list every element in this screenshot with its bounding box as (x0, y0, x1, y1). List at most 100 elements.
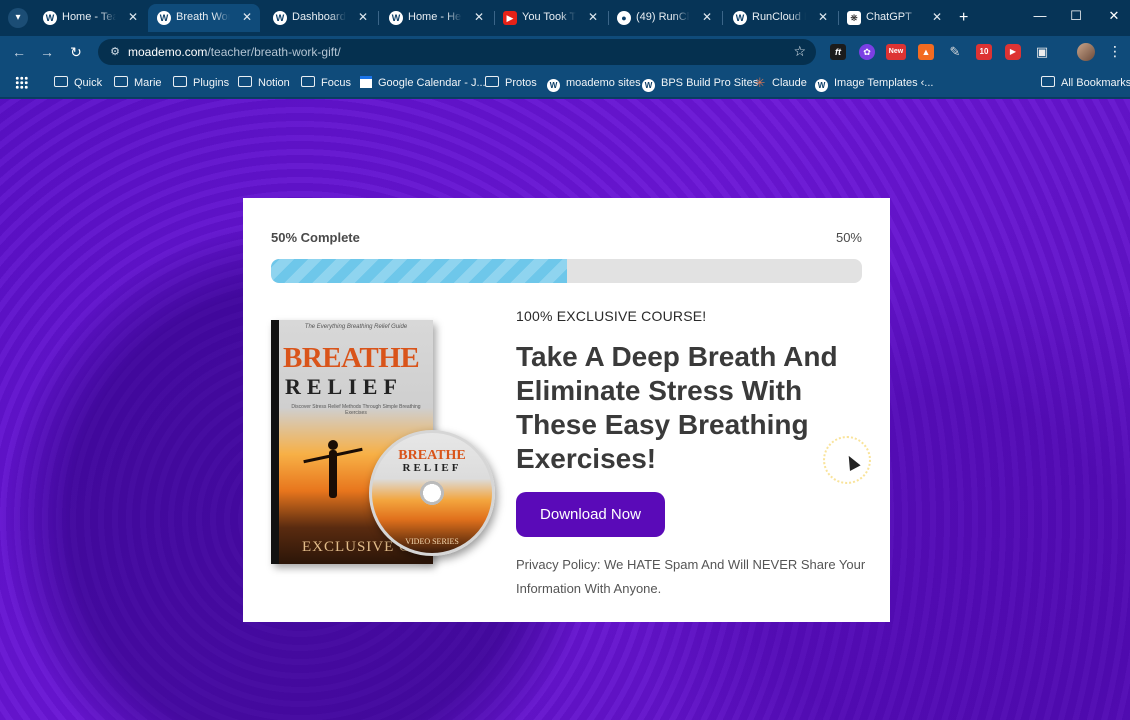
browser-menu-icon[interactable]: ⋮ (1108, 43, 1122, 60)
chatgpt-icon: ❋ (847, 11, 861, 25)
close-icon[interactable]: ✕ (818, 10, 828, 24)
bookmark-protos[interactable]: Protos (485, 75, 537, 91)
close-icon[interactable]: ✕ (128, 10, 138, 24)
progress-label: 50% Complete (271, 230, 360, 245)
folder-icon (238, 76, 252, 87)
folder-icon (1041, 76, 1055, 87)
address-bar[interactable]: ⚙ moademo.com/teacher/breath-work-gift/ … (98, 39, 816, 65)
back-button[interactable]: ← (10, 43, 28, 61)
tab-runcloud-community[interactable]: ● (49) RunCloud ✕ (608, 4, 720, 32)
cover-title-line2: RELIEF (285, 374, 403, 399)
bookmark-notion[interactable]: Notion (238, 75, 290, 91)
close-window-button[interactable]: ✕ (1102, 8, 1126, 24)
tab-label: RunCloud Hub (752, 11, 806, 23)
bookmark-bps-build-pro-sites[interactable]: W BPS Build Pro Sites (642, 75, 758, 92)
count-badge-text: 10 (979, 47, 989, 56)
url-path: /teacher/breath-work-gift/ (207, 45, 341, 59)
bookmark-image-templates[interactable]: W Image Templates ‹... (815, 75, 934, 92)
disc-series-label: VIDEO SERIES (405, 537, 459, 546)
extension-video-icon[interactable]: ▶ (1005, 44, 1021, 60)
folder-icon (54, 76, 68, 87)
minimize-button[interactable]: — (1028, 8, 1052, 23)
bookmark-label: Google Calendar - J... (378, 77, 486, 89)
tab-label: Dashboard ‹ (292, 11, 346, 23)
progress-bar (271, 259, 862, 283)
reload-button[interactable]: ↻ (67, 43, 85, 61)
disc-title-line2: RELIEF (402, 462, 462, 474)
bookmark-label: Image Templates ‹... (834, 77, 934, 89)
tab-runcloud-hub[interactable]: W RunCloud Hub ✕ (724, 4, 836, 32)
bookmark-moademo-sites[interactable]: Wmoademo sites (547, 75, 641, 92)
bookmark-plugins[interactable]: Plugins (173, 75, 229, 91)
tab-separator (378, 11, 379, 25)
new-badge-text: New (888, 48, 904, 55)
tab-home-teach[interactable]: W Home - Teach ✕ (34, 4, 146, 32)
bookmark-marie[interactable]: Marie (114, 75, 162, 91)
close-icon[interactable]: ✕ (242, 10, 252, 24)
wordpress-icon: W (273, 11, 287, 25)
tab-youtube[interactable]: ▶ You Took The ✕ (494, 4, 606, 32)
wordpress-icon: W (157, 11, 171, 25)
close-icon[interactable]: ✕ (474, 10, 484, 24)
bookmark-label: Claude (772, 77, 807, 89)
extension-ft-icon[interactable]: ft (830, 44, 846, 60)
extension-count-badge-icon[interactable]: 10 (976, 44, 992, 60)
extension-flower-icon[interactable]: ✿ (859, 44, 875, 60)
url-host: moademo.com (128, 45, 208, 59)
bookmark-quick[interactable]: Quick (54, 75, 102, 91)
bookmark-label: Quick (74, 77, 103, 89)
runcloud-icon: ● (617, 11, 631, 25)
tab-dashboard[interactable]: W Dashboard ‹ ✕ (264, 4, 376, 32)
url-text[interactable]: moademo.com/teacher/breath-work-gift/ (128, 45, 341, 59)
tab-breath-work-gift[interactable]: W Breath Work Gift ✕ (148, 4, 260, 32)
close-icon[interactable]: ✕ (932, 10, 942, 24)
extensions-puzzle-icon[interactable]: ▣ (1034, 44, 1050, 60)
bookmark-star-icon[interactable]: ☆ (793, 43, 806, 60)
calendar-icon (360, 76, 372, 88)
tab-search-button[interactable]: ▾ (8, 8, 28, 28)
tab-label: Breath Work Gift (176, 11, 230, 23)
progress-percent: 50% (835, 230, 862, 245)
wordpress-icon: W (547, 79, 560, 92)
tab-label: Home - Teach (62, 11, 116, 23)
eyebrow-text: 100% EXCLUSIVE COURSE! (516, 308, 707, 324)
apps-grid-icon[interactable] (15, 76, 28, 89)
bookmark-label: Focus (321, 77, 351, 89)
close-icon[interactable]: ✕ (588, 10, 598, 24)
maximize-button[interactable]: ☐ (1064, 8, 1088, 24)
new-tab-button[interactable]: + (959, 8, 968, 28)
tab-label: You Took The (522, 11, 576, 23)
tab-chatgpt[interactable]: ❋ ChatGPT ✕ (838, 4, 950, 32)
headline: Take A Deep Breath And Eliminate Stress … (516, 341, 838, 474)
wordpress-icon: W (642, 79, 655, 92)
extension-orange-icon[interactable]: ▲ (918, 44, 934, 60)
close-icon[interactable]: ✕ (358, 10, 368, 24)
folder-icon (485, 76, 499, 87)
progress-bar-fill (271, 259, 567, 283)
browser-toolbar: ← → ↻ ⚙ moademo.com/teacher/breath-work-… (0, 36, 1130, 68)
forward-button[interactable]: → (38, 43, 56, 61)
silhouette-figure (328, 440, 338, 498)
bookmark-label: Protos (505, 77, 537, 89)
all-bookmarks-label: All Bookmarks (1061, 77, 1130, 89)
tab-label: Home - Heidi (408, 11, 462, 23)
site-info-icon[interactable]: ⚙ (107, 44, 123, 60)
bookmark-google-calendar[interactable]: Google Calendar - J... (360, 75, 486, 91)
tab-label: ChatGPT (866, 11, 912, 23)
bookmark-focus[interactable]: Focus (301, 75, 351, 91)
tab-separator (722, 11, 723, 25)
bookmark-label: Marie (134, 77, 162, 89)
product-image: The Everything Breathing Relief Guide BR… (263, 316, 499, 576)
extension-eyedropper-icon[interactable]: ✎ (947, 44, 963, 60)
bookmark-claude[interactable]: ✳ Claude (754, 75, 807, 91)
page-background: 50% Complete 50% The Everything Breathin… (0, 99, 1130, 720)
folder-icon (301, 76, 315, 87)
close-icon[interactable]: ✕ (702, 10, 712, 24)
optin-card: 50% Complete 50% The Everything Breathin… (243, 198, 890, 622)
extension-new-badge-icon[interactable]: New (886, 44, 906, 60)
folder-icon (114, 76, 128, 87)
download-now-button[interactable]: Download Now (516, 492, 665, 537)
profile-avatar[interactable] (1077, 43, 1095, 61)
all-bookmarks-button[interactable]: All Bookmarks (1041, 75, 1130, 91)
tab-home-heidi[interactable]: W Home - Heidi ✕ (380, 4, 492, 32)
